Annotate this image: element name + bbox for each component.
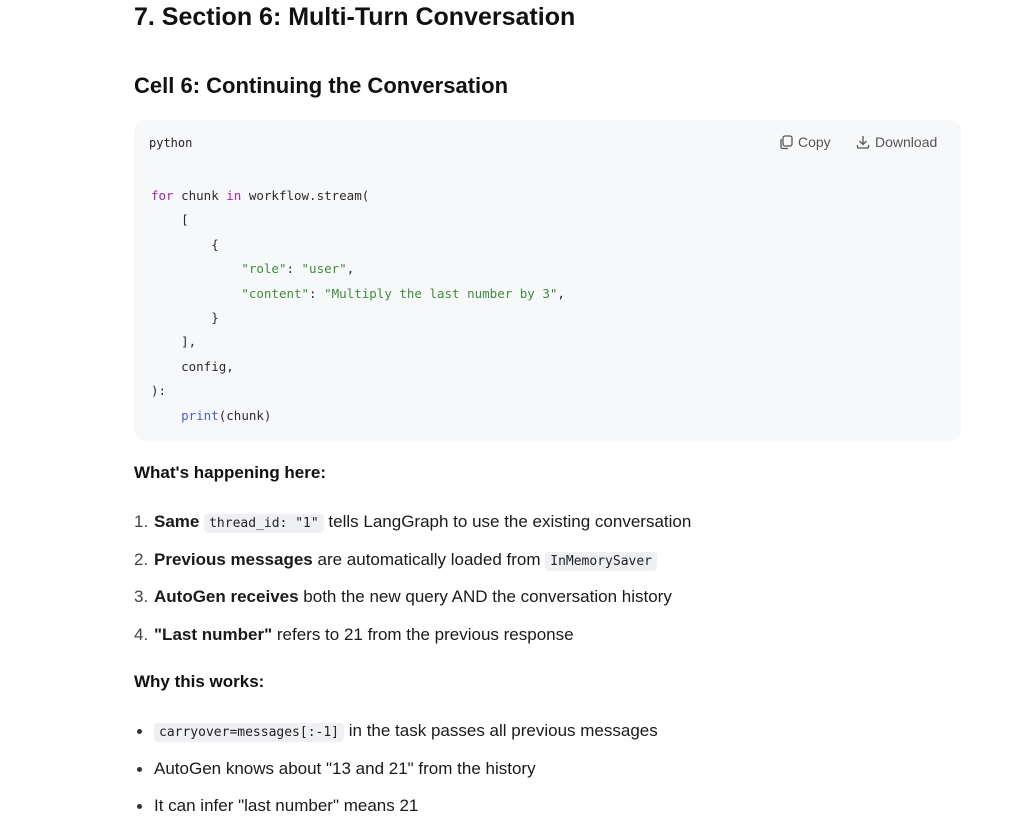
list-item: 3. AutoGen receives both the new query A… [134, 585, 961, 623]
list-number: 2. [134, 549, 149, 569]
item-text: tells LangGraph to use the existing conv… [328, 512, 692, 531]
code-line: config, [151, 358, 234, 374]
code-line: { [151, 236, 219, 252]
list-item: It can infer "last number" means 21 [134, 794, 961, 832]
cell-heading: Cell 6: Continuing the Conversation [134, 73, 509, 98]
copy-button[interactable]: Copy [778, 132, 831, 152]
list-number: 3. [134, 587, 149, 607]
code-line: "role": "user", [151, 257, 565, 281]
code-keyword: for [151, 188, 174, 203]
code-string: "role" [241, 261, 287, 277]
bullet-icon [137, 729, 142, 734]
why-heading: Why this works: [134, 672, 265, 691]
list-number: 1. [134, 512, 149, 531]
item-bold: Same [154, 512, 200, 531]
copy-label: Copy [798, 134, 831, 150]
item-text: are automatically loaded from [317, 549, 541, 569]
download-icon [856, 136, 870, 149]
code-function: print [181, 407, 219, 423]
code-string: "Multiply the last number by 3" [324, 285, 558, 301]
code-line: for chunk in workflow.stream( [151, 184, 565, 208]
section-heading: 7. Section 6: Multi-Turn Conversation [134, 3, 576, 31]
copy-icon [780, 135, 793, 150]
list-item: 4. "Last number" refers to 21 from the p… [134, 623, 961, 661]
item-bold: "Last number" [154, 625, 273, 645]
item-text: in the task passes all previous messages [348, 721, 658, 740]
happening-heading: What's happening here: [134, 463, 326, 482]
item-text: both the new query AND the conversation … [303, 587, 672, 607]
download-label: Download [875, 134, 938, 150]
code-text: , [557, 285, 565, 301]
code-text: , [346, 261, 355, 277]
list-item: 2. Previous messages are automatically l… [134, 548, 961, 586]
code-line: [ [151, 212, 189, 228]
item-text: AutoGen knows about "13 and 21" from the… [154, 758, 536, 778]
code-string: "user" [301, 261, 347, 277]
inline-code: thread_id: "1" [204, 514, 324, 533]
code-text: workflow.stream( [241, 188, 370, 203]
download-button[interactable]: Download [855, 132, 937, 152]
code-content: for chunk in workflow.stream( [ { "role"… [151, 184, 565, 428]
code-line: print(chunk) [151, 404, 565, 428]
why-list: carryover=messages[:-1] in the task pass… [134, 719, 961, 832]
code-string: "content" [241, 285, 310, 301]
item-bold: AutoGen receives [154, 587, 299, 607]
code-block: python Copy Download for chunk in workfl… [134, 120, 961, 441]
code-text: (chunk) [218, 407, 272, 423]
code-line: ], [151, 334, 197, 350]
code-text: chunk [173, 188, 227, 203]
inline-code: carryover=messages[:-1] [154, 723, 345, 742]
list-item: AutoGen knows about "13 and 21" from the… [134, 757, 961, 795]
list-item: 1. Same thread_id: "1" tells LangGraph t… [134, 510, 961, 548]
code-keyword: in [226, 188, 242, 203]
code-line: } [151, 309, 219, 325]
happening-list: 1. Same thread_id: "1" tells LangGraph t… [134, 510, 961, 661]
list-number: 4. [134, 625, 149, 645]
inline-code: InMemorySaver [545, 551, 657, 571]
code-text: : [286, 261, 302, 277]
code-line: "content": "Multiply the last number by … [151, 282, 565, 306]
bullet-icon [137, 804, 142, 810]
bullet-icon [137, 766, 142, 772]
code-line: ): [151, 383, 167, 399]
list-item: carryover=messages[:-1] in the task pass… [134, 719, 961, 757]
item-bold: Previous messages [154, 549, 313, 569]
code-text: : [309, 285, 325, 301]
item-text: refers to 21 from the previous response [276, 625, 574, 645]
item-text: It can infer "last number" means 21 [154, 796, 419, 816]
code-language-label: python [149, 136, 193, 150]
